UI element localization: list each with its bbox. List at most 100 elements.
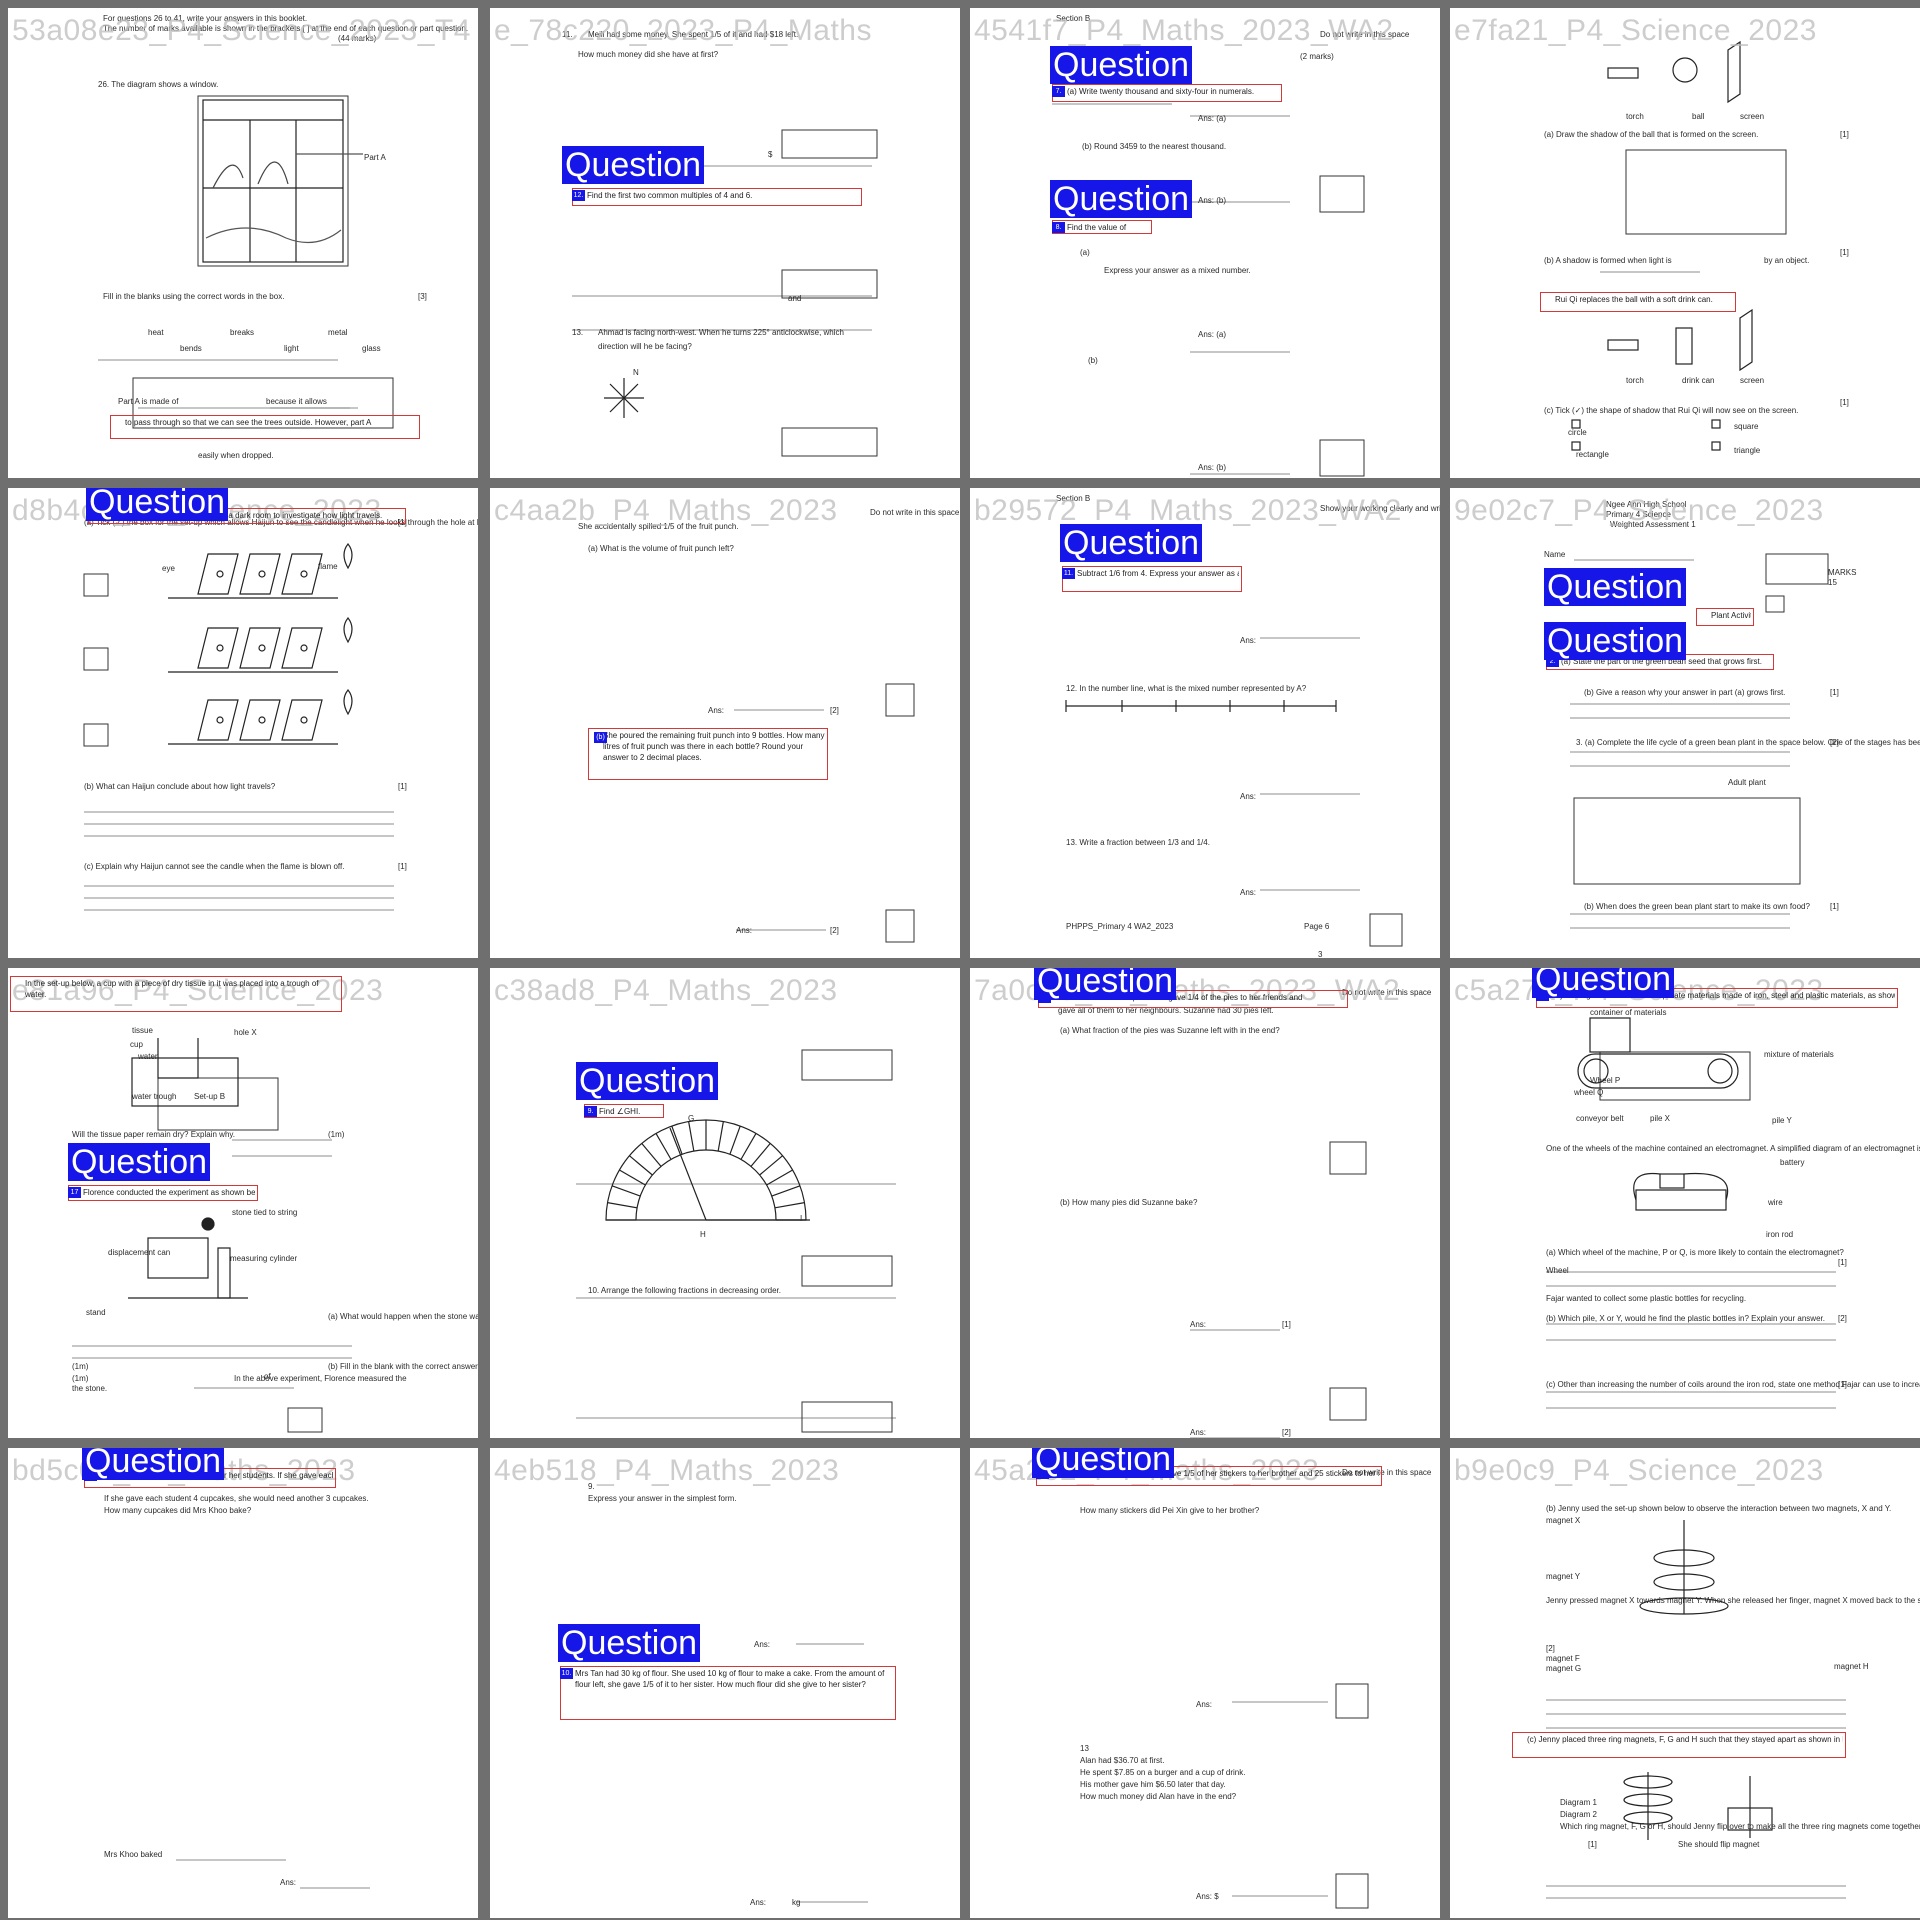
scan-text: (a) Which wheel of the machine, P or Q, … [1546,1248,1844,1257]
question-text: She poured the remaining fruit punch int… [603,731,825,762]
scan-text: kg [792,1898,801,1907]
scan-text: Express your answer as a mixed number. [1104,266,1251,275]
scan-text: Do not write in this space [1342,988,1432,997]
question-number-badge: (b) [594,732,607,743]
page-tile: For questions 26 to 41, write your answe… [8,8,478,478]
scan-text: 13. Write a fraction between 1/3 and 1/4… [1066,838,1210,847]
scan-text: (b) Fill in the blank with the correct a… [328,1362,478,1371]
scan-text: 10. Arrange the following fractions in d… [588,1286,782,1295]
question-bounding-box: Find the first two common multiples of 4… [572,188,862,206]
scan-text: of [264,1372,271,1381]
scan-text: (b) A shadow is formed when light is [1544,256,1672,265]
scan-text: direction will he be facing? [598,342,692,351]
question-text: to pass through so that we can see the t… [125,418,372,427]
scan-text: displacement can [108,1248,171,1257]
scan-text: light [284,344,299,353]
scan-text: (b) How many pies did Suzanne bake? [1060,1198,1198,1207]
scan-text: eye [162,564,175,573]
scan-text: 12. In the number line, what is the mixe… [1066,684,1307,693]
scan-text: Which ring magnet, F, G or H, should Jen… [1560,1822,1920,1831]
scan-text: [3] [418,292,427,301]
scan-text: [1] [1838,1258,1847,1267]
page-tile: If she gave each student 4 cupcakes, she… [8,1448,478,1918]
scan-text: (c) Tick (✓) the shape of shadow that Ru… [1544,406,1799,415]
scan-text: 9. [588,1482,595,1491]
scan-text: Ans: [1240,636,1257,645]
scan-text: [2] [1546,1644,1555,1653]
scan-text: (c) Explain why Haijun cannot see the ca… [84,862,345,871]
question-text: In the set-up below, a cup with a piece … [25,979,319,999]
scan-text: [1] [1830,902,1839,911]
scan-line-art [1546,1017,1836,1409]
scan-text: Adult plant [1728,778,1766,787]
page-tile: Section B Do not write in this space (2 ma… [970,8,1440,478]
page-tile: torch ball screen (a) Draw the shadow of th… [1450,8,1920,478]
scan-text: Show your working clearly and write your… [1320,504,1440,513]
scan-text: (b) Jenny used the set-up shown below to… [1546,1504,1892,1513]
page-tile: 11. Meili had some money. She spent 1/5 o… [490,8,960,478]
scan-text: G [688,1114,695,1123]
question-text: Find the first two common multiples of 4… [587,191,753,200]
scan-text: heat [148,328,164,337]
question-number-badge: 17 [68,1187,81,1198]
page-tile: Do not write in this space How many stick… [970,1448,1440,1918]
scan-text: How much money did she have at first? [578,50,719,59]
page-tile: Section B Show your working clearly and w… [970,488,1440,958]
scan-line-art [576,1049,896,1433]
scan-text: circle [1568,428,1587,437]
scan-text: torch [1626,112,1644,121]
page-tile: (a) Tick (✓) the box for the set-up whic… [8,488,478,958]
scan-line-art [572,129,878,457]
scan-text: 15 [1828,578,1837,587]
scan-text: Weighted Assessment 1 [1610,520,1696,529]
scan-text: easily when dropped. [198,451,274,460]
question-text: (c) Jenny placed three ring magnets, F, … [1527,1735,1843,1744]
scan-text: [1] [1838,1380,1847,1389]
question-label-tag: Question [576,1062,719,1100]
scan-text: (1m) [72,1362,89,1371]
scan-line-art [1052,103,1365,477]
scan-line-art [176,1859,370,1889]
scan-text: Meili had some money. She spent 1/5 of i… [588,30,799,39]
scan-text: (1m) [72,1374,89,1383]
scan-text: cup [130,1040,143,1049]
scan-text: magnet Y [1546,1572,1581,1581]
scan-text: magnet H [1834,1662,1869,1671]
question-number-badge: 9. [584,1106,597,1117]
question-label-tag: Question [86,488,229,521]
scan-text: [2] [1838,1314,1847,1323]
page-tile: Ngee Ann High School Primary 4 Science Wei… [1450,488,1920,958]
scan-text: [2] [1282,1428,1291,1437]
question-number-badge: 10. [560,1668,573,1679]
scan-text: Ans: [708,706,725,715]
question-number-badge: 11. [1062,568,1075,579]
scan-text: screen [1740,112,1765,121]
question-bounding-box: Find the value of [1052,220,1152,234]
scan-text: hole X [234,1028,257,1037]
scan-text: ball [1692,112,1705,121]
question-label-tag: Question [1050,180,1193,218]
scan-text: [1] [1588,1840,1597,1849]
page-tile: container of materials mixture of materia… [1450,968,1920,1438]
scan-text: Do not write in this space [1320,30,1410,39]
scan-text: [1] [1282,1320,1291,1329]
scan-text: Ahmad is facing north-west. When he turn… [598,328,844,337]
scan-text: square [1734,422,1759,431]
page-tile: 9. Express your answer in the simplest fo… [490,1448,960,1918]
scan-text: (a) What fraction of the pies was Suzann… [1060,1026,1280,1035]
scan-text: and [788,294,802,303]
scan-text: Ans: $ [1196,1892,1219,1901]
scan-text: If she gave each student 4 cupcakes, she… [104,1494,369,1503]
scan-text: He spent $7.85 on a burger and a cup of … [1080,1768,1246,1777]
scan-text: wire [1768,1198,1783,1207]
scan-text: Ans: [280,1878,297,1887]
scan-text: triangle [1734,446,1761,455]
scan-text: pile X [1650,1114,1671,1123]
scan-text: 13 [1080,1744,1089,1753]
scan-text: wheel Q [1574,1088,1604,1097]
scan-text: [1] [1830,688,1839,697]
scan-text: water [138,1052,158,1061]
scan-text: Jenny pressed magnet X towards magnet Y.… [1546,1596,1920,1605]
question-number-badge: 8. [1052,222,1065,233]
question-label-tag: Question [1532,968,1675,998]
